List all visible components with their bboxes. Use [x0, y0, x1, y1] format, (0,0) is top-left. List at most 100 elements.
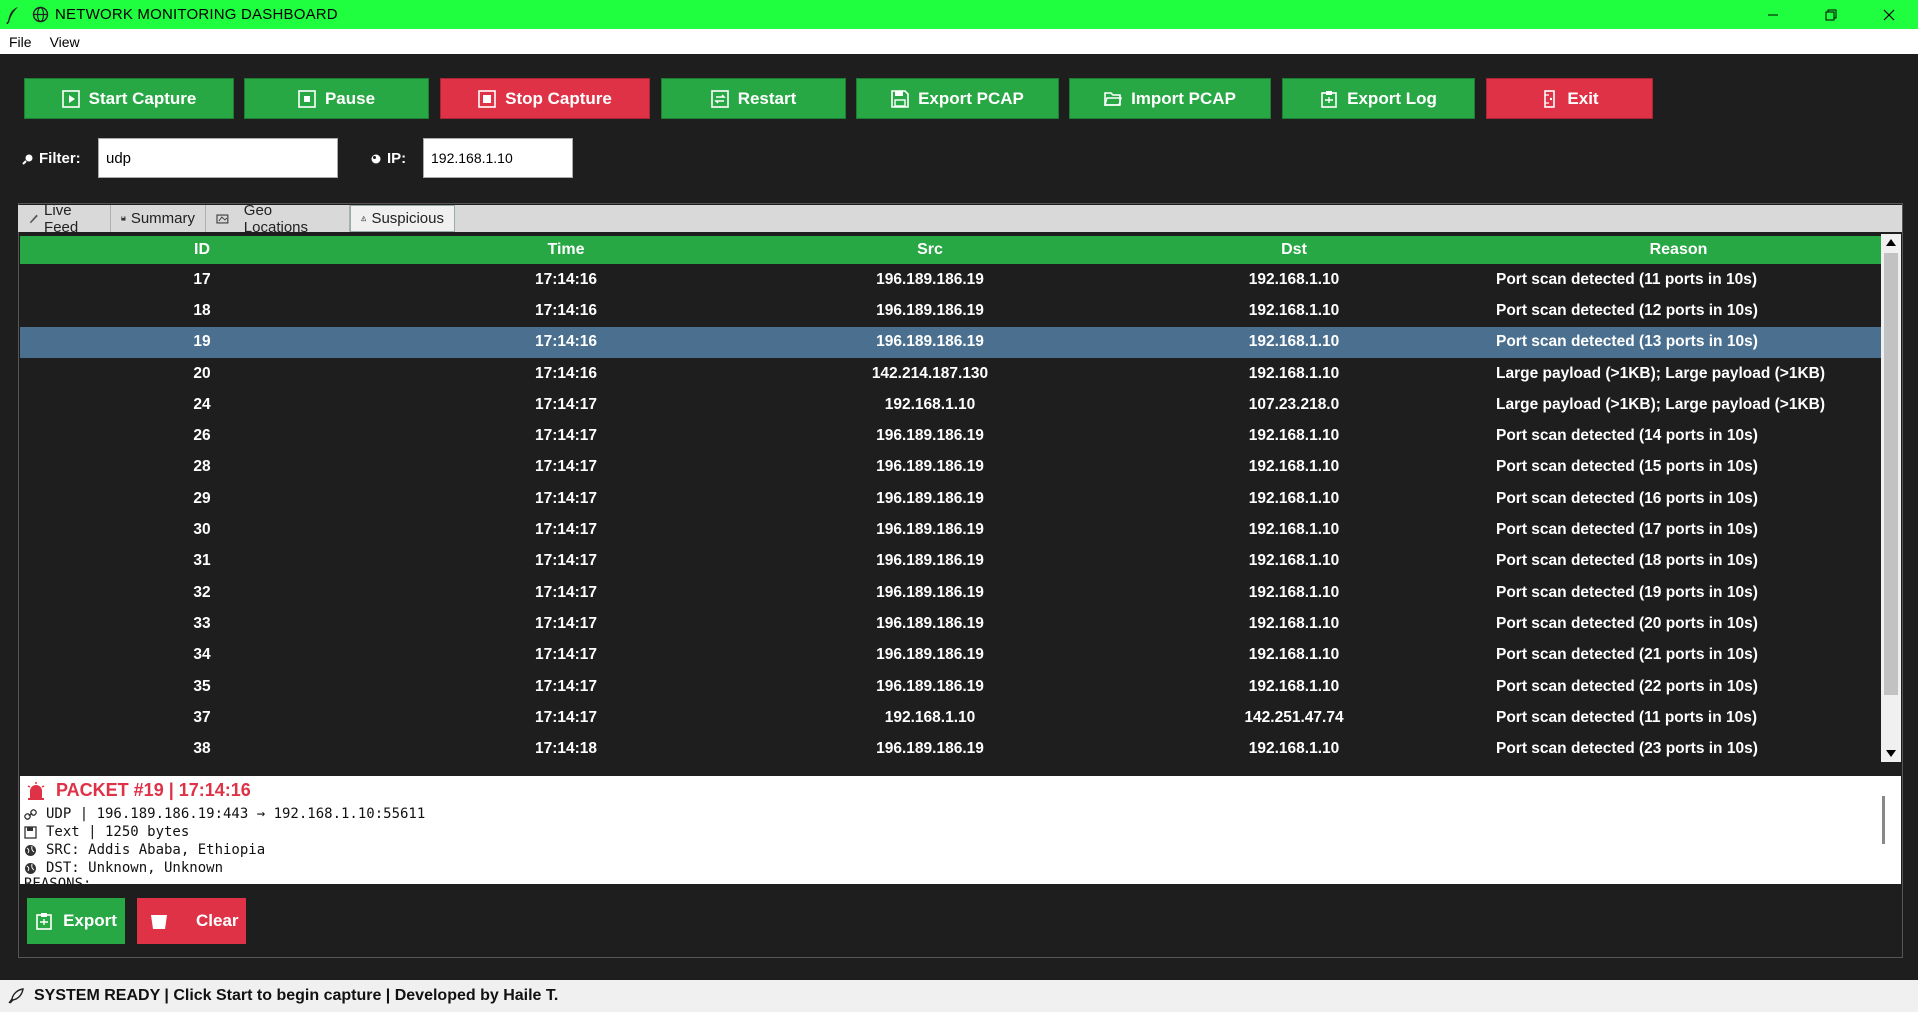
location-pin-icon: [371, 154, 381, 163]
export-button[interactable]: Export: [27, 898, 125, 944]
cell-src: 196.189.186.19: [876, 614, 984, 632]
globe-icon: [25, 862, 36, 874]
scroll-up-button[interactable]: [1881, 234, 1901, 251]
play-icon: [61, 89, 80, 108]
stop-capture-label: Stop Capture: [505, 88, 612, 108]
stop-capture-button[interactable]: Stop Capture: [440, 78, 650, 119]
table-scrollbar[interactable]: [1881, 234, 1901, 762]
cell-dst: 192.168.1.10: [1248, 333, 1340, 351]
cell-time: 17:14:17: [534, 458, 598, 476]
cell-src: 192.168.1.10: [884, 708, 976, 726]
triangle-down-icon: [1886, 750, 1896, 757]
restore-button[interactable]: [1802, 0, 1860, 29]
ip-label-text: IP:: [387, 150, 407, 167]
detail-protocol-line: UDP | 196.189.186.19:443 → 192.168.1.10:…: [24, 806, 425, 822]
cell-time: 17:14:17: [534, 427, 598, 445]
pause-button[interactable]: Pause: [244, 78, 429, 119]
column-header-reason[interactable]: Reason: [1476, 241, 1881, 259]
cell-time: 17:14:17: [534, 583, 598, 601]
tab-live-feed[interactable]: Live Feed: [18, 202, 111, 236]
import-pcap-button[interactable]: Import PCAP: [1069, 78, 1271, 119]
globe-icon: [32, 6, 49, 23]
cell-reason: Port scan detected (19 ports in 10s): [1496, 583, 1758, 601]
save-icon: [121, 216, 126, 221]
ip-input[interactable]: [423, 138, 573, 178]
table-row[interactable]: 37 17:14:17 192.168.1.10 142.251.47.74 Port …: [20, 702, 1881, 733]
column-header-time[interactable]: Time: [384, 241, 748, 259]
detail-scrollbar[interactable]: [1882, 796, 1885, 844]
scrollbar-thumb[interactable]: [1884, 253, 1898, 695]
cell-dst: 192.168.1.10: [1248, 646, 1340, 664]
cell-time: 17:14:17: [534, 521, 598, 539]
suspicious-table: ID Time Src Dst Reason 17 17:14:16 196.189…: [20, 236, 1881, 760]
table-row[interactable]: 20 17:14:16 142.214.187.130 192.168.1.10 Lar…: [20, 358, 1881, 389]
start-capture-button[interactable]: Start Capture: [24, 78, 234, 119]
table-header: ID Time Src Dst Reason: [20, 236, 1881, 264]
column-header-id[interactable]: ID: [20, 241, 384, 259]
clear-button[interactable]: Clear: [137, 898, 246, 944]
tab-summary[interactable]: Summary: [111, 205, 206, 232]
exit-label: Exit: [1567, 88, 1599, 108]
door-exit-icon: [1544, 89, 1556, 108]
table-row[interactable]: 33 17:14:17 196.189.186.19 192.168.1.10 Port…: [20, 608, 1881, 639]
close-icon: [1883, 9, 1895, 20]
clipboard-icon: [1321, 90, 1337, 108]
cell-src: 196.189.186.19: [876, 301, 984, 319]
cell-src: 196.189.186.19: [876, 740, 984, 758]
cell-time: 17:14:18: [534, 740, 598, 758]
menu-view[interactable]: View: [41, 34, 89, 50]
table-row[interactable]: 28 17:14:17 196.189.186.19 192.168.1.10 Port…: [20, 452, 1881, 483]
packet-detail-text[interactable]: PACKET #19 | 17:14:16 UDP | 196.189.186.…: [20, 776, 1901, 884]
table-row[interactable]: 24 17:14:17 192.168.1.10 107.23.218.0 Large …: [20, 389, 1881, 420]
table-row[interactable]: 35 17:14:17 196.189.186.19 192.168.1.10 Port…: [20, 671, 1881, 702]
cell-dst: 192.168.1.10: [1248, 427, 1340, 445]
minimize-icon: [1768, 14, 1778, 15]
table-row[interactable]: 19 17:14:16 196.189.186.19 192.168.1.10 Port…: [20, 326, 1881, 358]
cell-dst: 192.168.1.10: [1248, 583, 1340, 601]
cell-dst: 192.168.1.10: [1248, 270, 1340, 288]
tab-summary-label: Summary: [130, 210, 195, 227]
cell-reason: Large payload (>1KB); Large payload (>1K…: [1496, 364, 1826, 382]
export-log-button[interactable]: Export Log: [1282, 78, 1475, 119]
detail-dst-text: DST: Unknown, Unknown: [46, 860, 224, 876]
column-header-dst[interactable]: Dst: [1112, 241, 1476, 259]
table-row[interactable]: 32 17:14:17 196.189.186.19 192.168.1.10 Port…: [20, 577, 1881, 608]
cell-id: 17: [193, 270, 211, 288]
table-row[interactable]: 29 17:14:17 196.189.186.19 192.168.1.10 Port…: [20, 483, 1881, 514]
table-row[interactable]: 38 17:14:18 196.189.186.19 192.168.1.10 Port…: [20, 733, 1881, 760]
export-log-label: Export Log: [1347, 88, 1437, 108]
exit-button[interactable]: Exit: [1486, 78, 1653, 119]
minimize-button[interactable]: [1744, 0, 1802, 29]
cell-id: 20: [193, 364, 211, 382]
cell-reason: Port scan detected (18 ports in 10s): [1496, 552, 1758, 570]
scroll-down-button[interactable]: [1881, 745, 1901, 762]
cell-id: 24: [193, 395, 211, 413]
cell-reason: Port scan detected (12 ports in 10s): [1496, 301, 1758, 319]
table-row[interactable]: 26 17:14:17 196.189.186.19 192.168.1.10 Port…: [20, 420, 1881, 451]
detail-dst-line: DST: Unknown, Unknown: [24, 860, 223, 876]
export-pcap-button[interactable]: Export PCAP: [856, 78, 1059, 119]
table-body: 17 17:14:16 196.189.186.19 192.168.1.10 Port…: [20, 264, 1881, 760]
pencil-icon: [29, 214, 38, 224]
menu-file[interactable]: File: [0, 34, 41, 50]
table-row[interactable]: 34 17:14:17 196.189.186.19 192.168.1.10 Port…: [20, 640, 1881, 671]
close-button[interactable]: [1860, 0, 1918, 29]
floppy-disk-icon: [891, 89, 909, 108]
cell-src: 192.168.1.10: [884, 395, 976, 413]
status-bar: SYSTEM READY | Click Start to begin capt…: [0, 980, 1918, 1012]
table-row[interactable]: 30 17:14:17 196.189.186.19 192.168.1.10 Port…: [20, 514, 1881, 545]
tab-geo-locations[interactable]: Geo Locations: [206, 202, 350, 236]
table-row[interactable]: 17 17:14:16 196.189.186.19 192.168.1.10 Port…: [20, 264, 1881, 295]
pause-icon: [298, 89, 316, 108]
table-row[interactable]: 18 17:14:16 196.189.186.19 192.168.1.10 Port…: [20, 295, 1881, 326]
cell-dst: 142.251.47.74: [1244, 708, 1344, 726]
restart-button[interactable]: Restart: [661, 78, 846, 119]
table-row[interactable]: 31 17:14:17 196.189.186.19 192.168.1.10 Port…: [20, 546, 1881, 577]
cell-reason: Port scan detected (17 ports in 10s): [1496, 521, 1758, 539]
tab-suspicious[interactable]: Suspicious: [350, 205, 455, 232]
cell-time: 17:14:16: [534, 270, 598, 288]
filter-input[interactable]: [98, 138, 338, 178]
column-header-src[interactable]: Src: [748, 241, 1112, 259]
filter-label: Filter:: [22, 150, 81, 167]
detail-payload-line: Text | 1250 bytes: [24, 824, 189, 840]
